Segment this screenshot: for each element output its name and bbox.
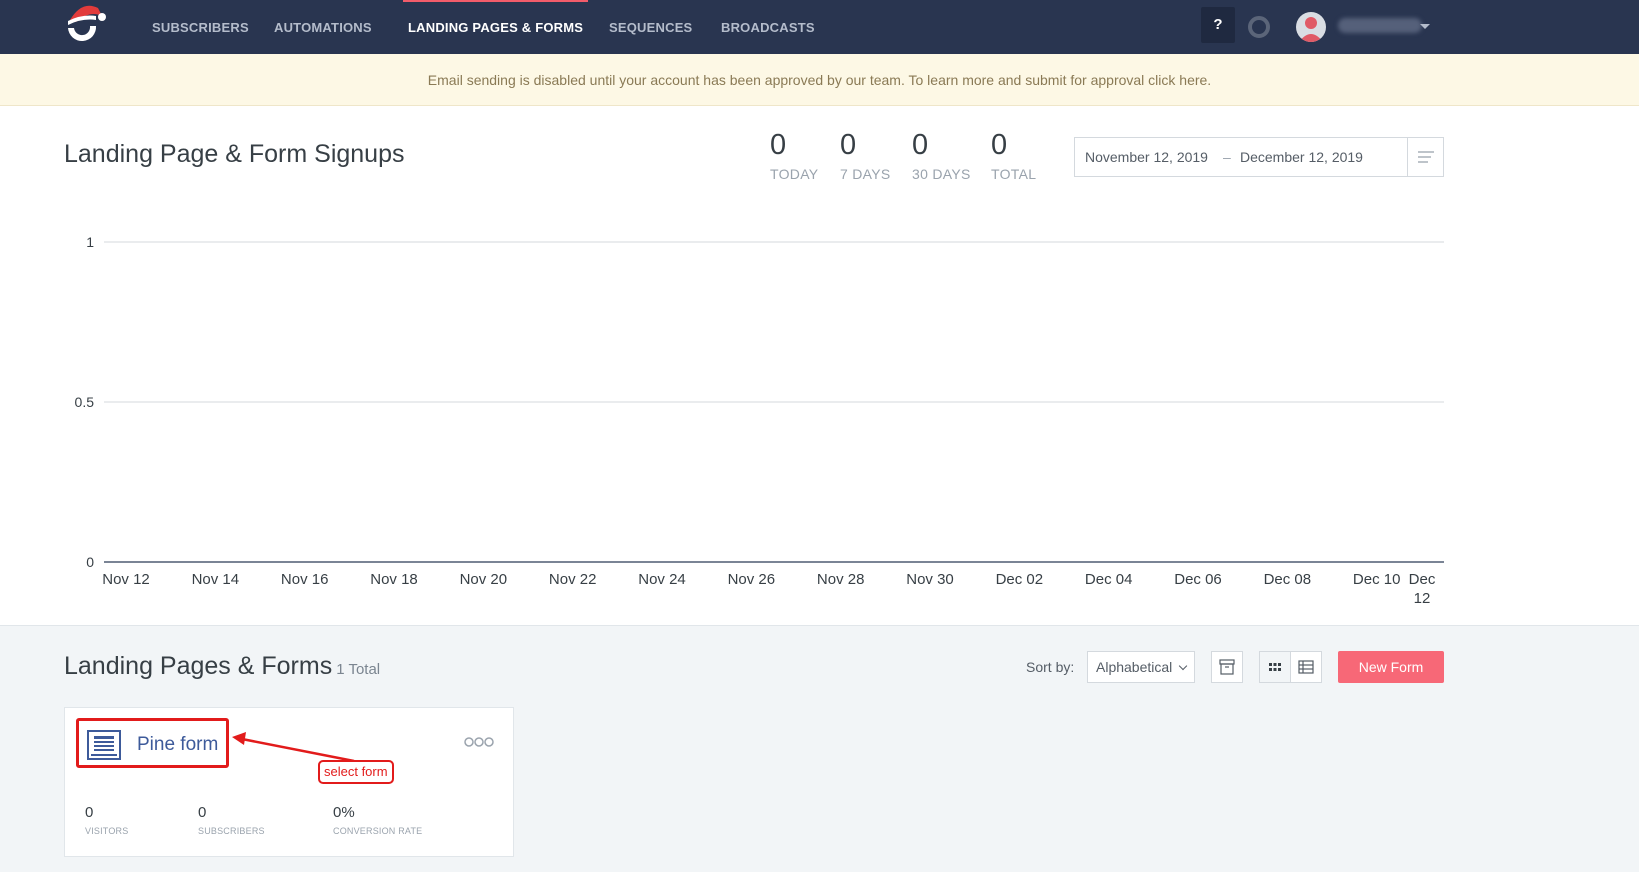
forms-count: 1 Total (336, 661, 381, 678)
x-tick-label: Dec 10 (1353, 571, 1401, 588)
nav-item-automations[interactable]: AUTOMATIONS (274, 0, 372, 54)
stat-label: TOTAL (991, 166, 1037, 182)
stat-label: TODAY (770, 166, 819, 182)
santa-hat-logo-icon[interactable] (62, 2, 108, 46)
nav-item-landing-pages-forms[interactable]: LANDING PAGES & FORMS (402, 0, 589, 54)
table-view-button[interactable] (1290, 651, 1322, 683)
x-tick-label: Nov 22 (549, 571, 597, 588)
card-stat-label: SUBSCRIBERS (198, 826, 265, 836)
archive-button[interactable] (1211, 651, 1243, 683)
archive-box-icon (1219, 659, 1235, 675)
table-icon (1298, 660, 1314, 674)
date-range-options-button[interactable] (1407, 138, 1443, 176)
filter-lines-icon (1418, 151, 1434, 163)
date-range-picker[interactable]: November 12, 2019 – December 12, 2019 (1074, 137, 1444, 177)
y-tick-label: 0.5 (75, 394, 95, 410)
date-start[interactable]: November 12, 2019 (1085, 138, 1208, 176)
y-tick-label: 0 (86, 554, 94, 570)
card-stat-value: 0% (333, 804, 355, 821)
card-stat-value: 0 (198, 804, 207, 821)
loading-spinner-icon (1248, 16, 1270, 38)
chevron-down-icon[interactable] (1420, 24, 1430, 29)
chevron-down-icon (1178, 661, 1188, 671)
date-end[interactable]: December 12, 2019 (1240, 138, 1363, 176)
x-tick-label: Nov 24 (638, 571, 686, 588)
nav-item-broadcasts[interactable]: BROADCASTS (721, 0, 815, 54)
x-tick-label: Dec 08 (1264, 571, 1312, 588)
forms-title-text: Landing Pages & Forms (64, 652, 333, 680)
x-tick-label: Nov 18 (370, 571, 418, 588)
banner-text[interactable]: Email sending is disabled until your acc… (428, 72, 1211, 88)
approval-banner[interactable]: Email sending is disabled until your acc… (0, 54, 1639, 106)
stat-7-days: 0 7 DAYS (840, 128, 891, 182)
top-navigation-bar: SUBSCRIBERS AUTOMATIONS LANDING PAGES & … (0, 0, 1639, 54)
stat-value: 0 (840, 129, 857, 161)
signups-line-chart: 0 0.5 1 Nov 12 Nov 14 Nov 16 Nov 18 Nov 20 Nov 2… (75, 234, 1444, 607)
avatar[interactable] (1296, 12, 1326, 42)
forms-section-title: Landing Pages & Forms 1 Total (64, 652, 380, 681)
x-tick-label: Nov 20 (460, 571, 508, 588)
card-stat-subscribers: 0 SUBSCRIBERS (198, 804, 265, 836)
annotation-label: select form (318, 760, 394, 784)
stat-value: 0 (912, 129, 929, 161)
card-stat-label: VISITORS (85, 826, 129, 836)
x-tick-label: Dec 02 (996, 571, 1044, 588)
y-tick-label: 1 (86, 234, 94, 250)
x-tick-label: Nov 30 (906, 571, 954, 588)
new-form-button[interactable]: New Form (1338, 651, 1444, 683)
x-tick-label: Nov 14 (192, 571, 240, 588)
stat-label: 7 DAYS (840, 166, 891, 182)
nav-item-subscribers[interactable]: SUBSCRIBERS (152, 0, 249, 54)
x-tick-label: Dec 12 (1409, 571, 1436, 607)
x-tick-label: Nov 16 (281, 571, 329, 588)
date-separator: – (1223, 149, 1231, 165)
account-name-blurred[interactable] (1338, 18, 1422, 33)
stat-30-days: 0 30 DAYS (912, 128, 971, 182)
sort-value: Alphabetical (1096, 659, 1173, 675)
sort-label: Sort by: (1026, 659, 1075, 675)
stat-label: 30 DAYS (912, 166, 971, 182)
nav-item-sequences[interactable]: SEQUENCES (609, 0, 692, 54)
card-stat-value: 0 (85, 804, 94, 821)
x-tick-label: Dec 06 (1174, 571, 1222, 588)
more-options-icon[interactable] (464, 735, 494, 747)
card-stat-conversion-rate: 0% CONVERSION RATE (333, 804, 422, 836)
x-tick-label: Nov 12 (102, 571, 150, 588)
sort-select[interactable]: Alphabetical (1087, 651, 1195, 683)
x-tick-label: Nov 28 (817, 571, 865, 588)
annotation-highlight-box (76, 718, 229, 768)
grid-icon (1269, 663, 1281, 671)
grid-view-button[interactable] (1259, 651, 1291, 683)
card-stat-label: CONVERSION RATE (333, 826, 423, 836)
forms-section: Landing Pages & Forms 1 Total Sort by: Al… (0, 625, 1639, 872)
stat-total: 0 TOTAL (991, 128, 1036, 182)
stat-value: 0 (770, 129, 787, 161)
stat-today: 0 TODAY (770, 128, 818, 182)
x-tick-label: Dec 04 (1085, 571, 1133, 588)
card-stat-visitors: 0 VISITORS (85, 804, 128, 836)
help-button[interactable]: ? (1201, 7, 1235, 43)
x-tick-label: Nov 26 (728, 571, 776, 588)
page-title: Landing Page & Form Signups (64, 140, 405, 168)
stat-value: 0 (991, 129, 1008, 161)
